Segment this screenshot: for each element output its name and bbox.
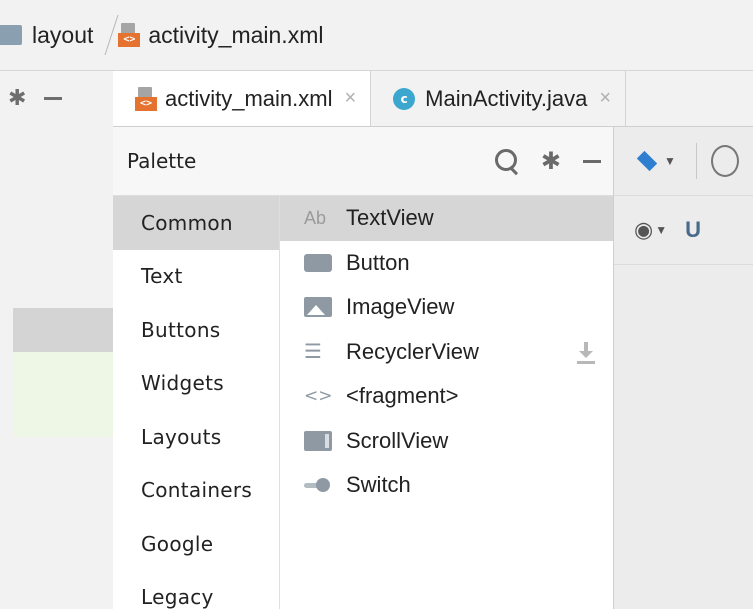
widget-switch[interactable]: Switch [280, 463, 613, 508]
recyclerview-icon: ☰ [304, 341, 322, 364]
project-tree-highlight [13, 352, 113, 437]
design-surface: ▼ ◉ ▼ U [614, 127, 753, 609]
switch-icon [304, 478, 334, 493]
gear-icon[interactable]: ✱ [8, 85, 26, 111]
layers-icon[interactable] [634, 150, 662, 172]
close-icon[interactable]: × [599, 87, 611, 110]
widget-scrollview[interactable]: ScrollView [280, 419, 613, 464]
palette-header: Palette ✱ [113, 127, 613, 196]
magnet-icon[interactable]: U [685, 217, 701, 243]
palette-widget-list: Ab TextView Button ImageView ☰ RecyclerV… [280, 196, 613, 609]
project-tree-selected-row[interactable] [13, 308, 113, 352]
textview-icon: Ab [304, 207, 327, 228]
xml-file-icon: <> [135, 86, 157, 111]
breadcrumb-separator [90, 15, 119, 55]
minimize-icon[interactable] [44, 96, 63, 100]
widget-label: ImageView [346, 294, 455, 320]
chevron-down-icon[interactable]: ▼ [655, 223, 667, 237]
java-class-icon: c [393, 87, 416, 110]
breadcrumb-item-activity-main[interactable]: <> activity_main.xml [118, 22, 323, 49]
orientation-icon[interactable] [710, 145, 739, 177]
palette-tools: ✱ [493, 127, 601, 195]
folder-icon [0, 25, 22, 45]
scrollview-icon [304, 430, 334, 451]
button-icon [304, 253, 334, 272]
eye-icon[interactable]: ◉ [634, 217, 653, 243]
fragment-icon: <> [304, 386, 333, 407]
breadcrumb-label: layout [32, 21, 94, 48]
chevron-down-icon[interactable]: ▼ [664, 154, 676, 168]
widget-button[interactable]: Button [280, 241, 613, 286]
gear-icon[interactable]: ✱ [541, 147, 561, 176]
tab-label: activity_main.xml [165, 85, 333, 111]
design-toolbar-row: ◉ ▼ U [614, 196, 753, 265]
category-widgets[interactable]: Widgets [113, 357, 279, 411]
widget-imageview[interactable]: ImageView [280, 285, 613, 330]
widget-label: Switch [346, 472, 411, 498]
project-panel: ✱ [0, 71, 113, 609]
widget-recyclerview[interactable]: ☰ RecyclerView [280, 330, 613, 375]
design-toolbar-row: ▼ [614, 127, 753, 196]
breadcrumb: layout <> activity_main.xml [0, 0, 753, 71]
widget-label: TextView [346, 205, 434, 231]
palette-title: Palette [127, 149, 197, 173]
project-panel-toolbar: ✱ [0, 71, 113, 125]
palette-panel: Palette ✱ Common Text Buttons Widgets La… [113, 127, 614, 609]
widget-fragment[interactable]: <> <fragment> [280, 374, 613, 419]
widget-label: <fragment> [346, 383, 459, 409]
category-common[interactable]: Common [113, 196, 279, 250]
toolbar-divider [695, 143, 697, 179]
download-icon[interactable] [577, 341, 595, 364]
category-text[interactable]: Text [113, 250, 279, 304]
category-containers[interactable]: Containers [113, 464, 279, 518]
widget-textview[interactable]: Ab TextView [280, 196, 613, 241]
widget-label: Button [346, 249, 410, 275]
widget-label: RecyclerView [346, 338, 479, 364]
search-icon[interactable] [493, 147, 521, 176]
tab-mainactivity-java[interactable]: c MainActivity.java × [371, 71, 627, 126]
palette-categories: Common Text Buttons Widgets Layouts Cont… [113, 196, 280, 609]
tab-activity-main-xml[interactable]: <> activity_main.xml × [113, 71, 372, 126]
editor-tabs: <> activity_main.xml × c MainActivity.ja… [113, 71, 753, 127]
close-icon[interactable]: × [344, 87, 356, 110]
category-layouts[interactable]: Layouts [113, 410, 279, 464]
category-buttons[interactable]: Buttons [113, 303, 279, 357]
android-studio-window: layout <> activity_main.xml ✱ <> activit… [0, 0, 753, 609]
category-legacy[interactable]: Legacy [113, 571, 279, 609]
widget-label: ScrollView [346, 427, 449, 453]
xml-file-icon: <> [118, 23, 141, 47]
tab-label: MainActivity.java [425, 85, 588, 111]
imageview-icon [304, 297, 334, 318]
category-google[interactable]: Google [113, 517, 279, 571]
breadcrumb-item-layout[interactable]: layout [0, 22, 93, 49]
breadcrumb-label: activity_main.xml [148, 21, 324, 48]
minimize-icon[interactable] [583, 159, 601, 163]
